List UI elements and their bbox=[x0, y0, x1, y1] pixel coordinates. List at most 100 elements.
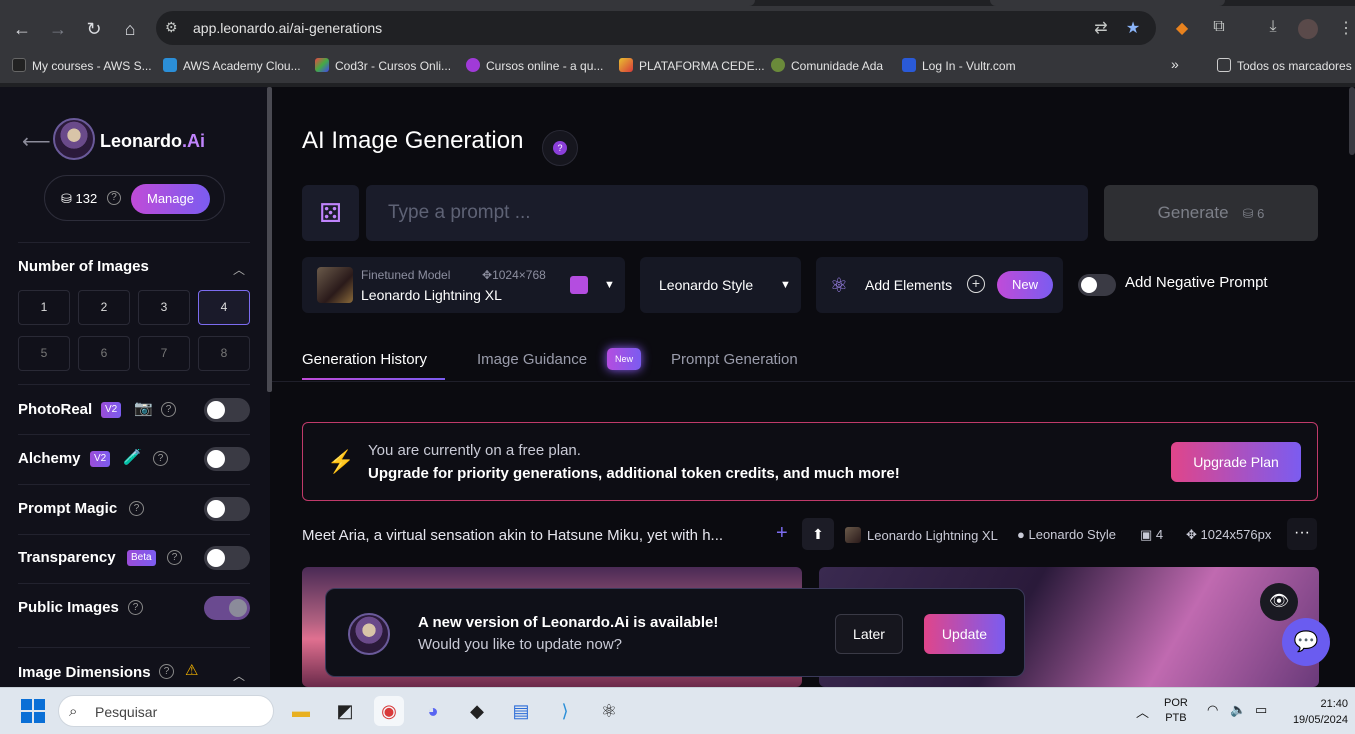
negative-prompt-toggle[interactable] bbox=[1078, 274, 1116, 296]
num-option[interactable]: 1 bbox=[18, 290, 70, 325]
main-scrollbar[interactable] bbox=[1349, 87, 1355, 155]
divider bbox=[18, 583, 250, 584]
upgrade-plan-button[interactable]: Upgrade Plan bbox=[1171, 442, 1301, 482]
chevron-down-icon[interactable]: ▼ bbox=[604, 279, 615, 291]
discord-icon[interactable]: ◕ bbox=[418, 696, 448, 726]
chrome-icon[interactable]: ◉ bbox=[374, 696, 404, 726]
plus-icon[interactable]: + bbox=[776, 522, 788, 545]
home-icon[interactable]: ⌂ bbox=[119, 18, 141, 40]
vscode-icon[interactable]: ⟩ bbox=[550, 696, 580, 726]
chevron-up-icon[interactable]: ︿ bbox=[1136, 702, 1149, 721]
notepad-icon[interactable]: ▤ bbox=[506, 696, 536, 726]
update-toast: A new version of Leonardo.Ai is availabl… bbox=[325, 588, 1025, 677]
model-selector[interactable]: Finetuned Model ✥1024×768 Leonardo Light… bbox=[302, 257, 625, 313]
help-icon[interactable]: ? bbox=[161, 402, 176, 417]
all-bookmarks[interactable]: Todos os marcadores bbox=[1217, 58, 1352, 73]
tab-prompt-generation[interactable]: Prompt Generation bbox=[671, 351, 798, 368]
profile-avatar[interactable] bbox=[1298, 19, 1318, 39]
alchemy-toggle[interactable] bbox=[204, 447, 250, 471]
style-selector[interactable]: Leonardo Style ▼ bbox=[640, 257, 801, 313]
new-badge: New bbox=[607, 348, 641, 370]
drop-icon: ● bbox=[1017, 527, 1025, 542]
tab-generation-history[interactable]: Generation History bbox=[302, 351, 427, 368]
help-icon[interactable]: ? bbox=[107, 191, 121, 205]
bookmark-item[interactable]: Comunidade Ada bbox=[771, 58, 883, 73]
update-button[interactable]: Update bbox=[924, 614, 1005, 654]
file-explorer-icon[interactable]: ▬ bbox=[286, 696, 316, 726]
chat-support-icon[interactable]: 💬 bbox=[1282, 618, 1330, 666]
bookmark-star-icon[interactable]: ★ bbox=[1123, 18, 1143, 38]
prompt-magic-toggle[interactable] bbox=[204, 497, 250, 521]
public-images-toggle[interactable] bbox=[204, 596, 250, 620]
sticky-notes-icon[interactable]: ◩ bbox=[330, 696, 360, 726]
help-icon[interactable]: ? bbox=[153, 451, 168, 466]
num-option-selected[interactable]: 4 bbox=[198, 290, 250, 325]
public-images-row: Public Images ? bbox=[18, 593, 250, 623]
chevron-up-icon[interactable]: ︿ bbox=[233, 261, 245, 278]
num-option[interactable]: 8 bbox=[198, 336, 250, 371]
images-icon: ▣ bbox=[1140, 527, 1153, 542]
generate-button[interactable]: Generate ⛁ 6 bbox=[1104, 185, 1318, 241]
language-indicator[interactable]: POR PTB bbox=[1164, 696, 1188, 726]
num-option[interactable]: 5 bbox=[18, 336, 70, 371]
num-option[interactable]: 3 bbox=[138, 290, 190, 325]
download-icon[interactable]: ⤓ bbox=[1262, 18, 1284, 40]
banner-line2: Upgrade for priority generations, additi… bbox=[368, 465, 900, 482]
add-elements-button[interactable]: ⚛ Add Elements + New bbox=[816, 257, 1063, 313]
bookmark-item[interactable]: AWS Academy Clou... bbox=[163, 58, 301, 73]
bookmark-item[interactable]: Cursos online - a qu... bbox=[466, 58, 603, 73]
more-bookmarks-icon[interactable]: » bbox=[1171, 56, 1179, 72]
random-prompt-dice-icon[interactable]: ⚄ bbox=[302, 185, 359, 241]
address-bar[interactable]: ⚙ app.leonardo.ai/ai-generations ⇄ ★ bbox=[156, 11, 1156, 45]
inkscape-icon[interactable]: ◆ bbox=[462, 696, 492, 726]
help-icon[interactable]: ? bbox=[159, 664, 174, 679]
warning-icon: ⚠ bbox=[185, 662, 199, 679]
wifi-icon[interactable]: ◠ bbox=[1207, 702, 1218, 718]
volume-icon[interactable]: 🔈 bbox=[1230, 702, 1246, 718]
help-button[interactable]: ? bbox=[542, 130, 578, 166]
banner-line1: You are currently on a free plan. bbox=[368, 442, 581, 459]
translate-icon[interactable]: ⇄ bbox=[1091, 18, 1111, 38]
bookmark-item[interactable]: PLATAFORMA CEDE... bbox=[619, 58, 765, 73]
metamask-extension-icon[interactable]: ◆ bbox=[1171, 18, 1193, 40]
num-option[interactable]: 7 bbox=[138, 336, 190, 371]
chevron-up-icon[interactable]: ︿ bbox=[233, 667, 245, 684]
prompt-input[interactable] bbox=[366, 185, 1088, 241]
help-icon[interactable]: ? bbox=[129, 501, 144, 516]
windows-taskbar: ⌕ Pesquisar ▬ ◩ ◉ ◕ ◆ ▤ ⟩ ⚛ ︿ POR PTB ◠ 🔈… bbox=[0, 687, 1355, 734]
back-icon[interactable]: ← bbox=[11, 18, 33, 40]
battery-icon[interactable]: ▭ bbox=[1255, 702, 1267, 718]
bookmark-item[interactable]: My courses - AWS S... bbox=[12, 58, 152, 73]
reuse-prompt-icon[interactable]: ⬆ bbox=[802, 518, 834, 550]
collapse-sidebar-icon[interactable]: ⟵ bbox=[22, 129, 51, 154]
bookmark-item[interactable]: Log In - Vultr.com bbox=[902, 58, 1016, 73]
num-option[interactable]: 6 bbox=[78, 336, 130, 371]
windows-start-icon[interactable] bbox=[21, 699, 45, 723]
extensions-icon[interactable]: ⧉ bbox=[1208, 18, 1230, 40]
tab-image-guidance[interactable]: Image Guidance bbox=[477, 351, 587, 368]
electron-icon[interactable]: ⚛ bbox=[594, 696, 624, 726]
folder-icon bbox=[1217, 58, 1231, 72]
help-icon[interactable]: ? bbox=[167, 550, 182, 565]
num-option[interactable]: 2 bbox=[78, 290, 130, 325]
photoreal-row: PhotoReal V2 📷 ? bbox=[18, 395, 250, 425]
generation-prompt[interactable]: Meet Aria, a virtual sensation akin to H… bbox=[302, 527, 723, 544]
eye-icon[interactable]: 👁 bbox=[1260, 583, 1298, 621]
bookmark-item[interactable]: Cod3r - Cursos Onli... bbox=[315, 58, 451, 73]
menu-icon[interactable]: ⋮ bbox=[1335, 18, 1355, 40]
site-info-icon[interactable]: ⚙ bbox=[165, 19, 178, 36]
more-options-icon[interactable]: ··· bbox=[1287, 518, 1317, 550]
manage-button[interactable]: Manage bbox=[131, 184, 210, 214]
reload-icon[interactable]: ↻ bbox=[83, 18, 105, 40]
toast-subtext: Would you like to update now? bbox=[418, 636, 623, 653]
browser-chrome: ← → ↻ ⌂ ⚙ app.leonardo.ai/ai-generations… bbox=[0, 0, 1355, 87]
taskbar-search[interactable]: ⌕ Pesquisar bbox=[58, 695, 274, 727]
transparency-toggle[interactable] bbox=[204, 546, 250, 570]
generation-header: Meet Aria, a virtual sensation akin to H… bbox=[302, 517, 1318, 551]
model-settings-icon[interactable] bbox=[570, 276, 588, 294]
clock[interactable]: 21:40 19/05/2024 bbox=[1290, 696, 1348, 728]
later-button[interactable]: Later bbox=[835, 614, 903, 654]
forward-icon[interactable]: → bbox=[47, 18, 69, 40]
help-icon[interactable]: ? bbox=[128, 600, 143, 615]
photoreal-toggle[interactable] bbox=[204, 398, 250, 422]
